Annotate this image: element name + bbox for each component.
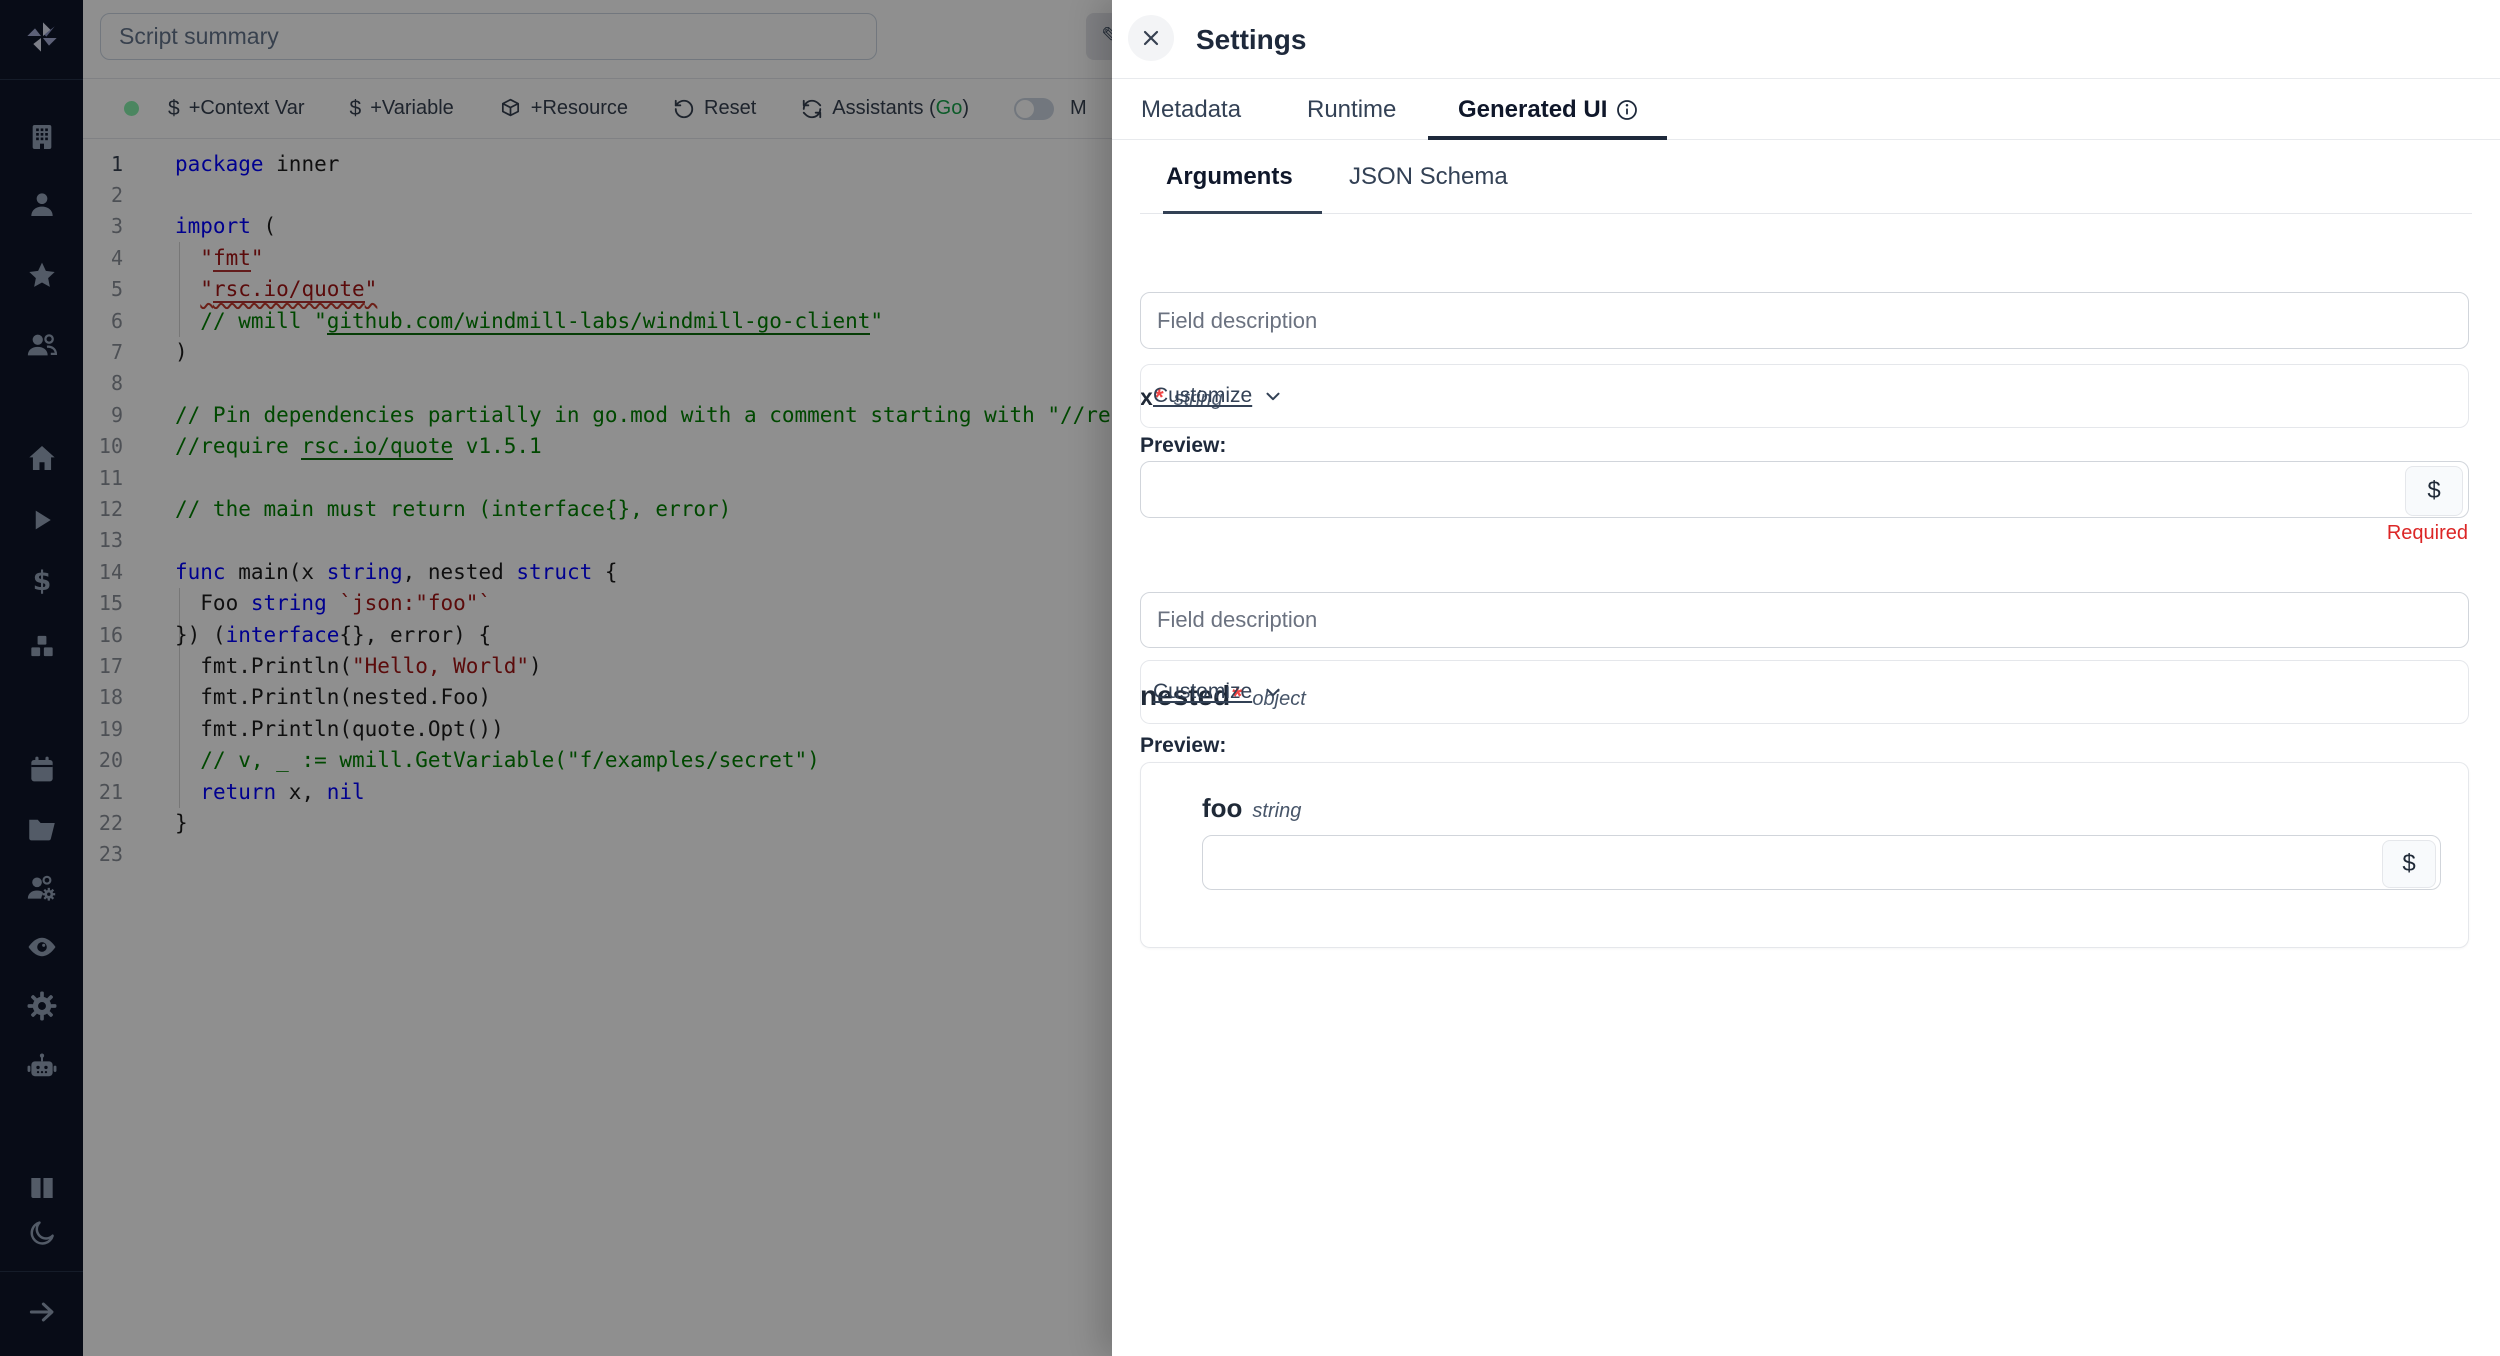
field-name: foo: [1202, 793, 1242, 824]
modal-backdrop[interactable]: [0, 0, 1112, 1356]
subtab-json-schema[interactable]: JSON Schema: [1349, 140, 1508, 214]
child-field-foo-label: foo string: [1202, 793, 1301, 824]
subtab-divider: [1140, 213, 2472, 214]
field-x-description-input[interactable]: [1140, 292, 2469, 349]
field-nested-customize-box: Customize: [1140, 660, 2469, 724]
field-nested-preview-box: foo string $: [1140, 762, 2469, 948]
field-x-required-hint: Required: [2387, 522, 2468, 545]
field-x-customize-link[interactable]: Customize: [1153, 384, 1284, 408]
field-nested-description-input[interactable]: [1140, 592, 2469, 648]
field-nested-preview-label: Preview:: [1140, 734, 1226, 758]
chevron-down-icon: [1262, 385, 1284, 407]
subtab-arguments[interactable]: Arguments: [1166, 140, 1293, 214]
tab-generated-ui-label: Generated UI: [1458, 96, 1607, 124]
close-settings-button[interactable]: [1128, 15, 1174, 61]
active-subtab-underline: [1163, 211, 1322, 214]
child-field-foo-input[interactable]: $: [1202, 835, 2441, 890]
child-field-variable-picker-button[interactable]: $: [2382, 840, 2436, 888]
field-x-customize-box: Customize: [1140, 364, 2469, 428]
dollar-icon: $: [2427, 477, 2440, 505]
field-x-preview-input[interactable]: $: [1140, 461, 2469, 518]
chevron-down-icon: [1262, 681, 1284, 703]
tab-metadata[interactable]: Metadata: [1141, 79, 1241, 140]
close-icon: [1139, 26, 1163, 50]
field-nested-customize-link[interactable]: Customize: [1153, 680, 1284, 704]
dollar-icon: $: [2402, 850, 2415, 878]
customize-label: Customize: [1153, 680, 1252, 704]
field-x-variable-picker-button[interactable]: $: [2405, 466, 2463, 516]
generated-ui-content: Arguments JSON Schema x* string Customiz…: [1112, 140, 2500, 1356]
settings-header: Settings: [1112, 0, 2500, 79]
tab-generated-ui[interactable]: Generated UI: [1458, 79, 1639, 140]
customize-label: Customize: [1153, 384, 1252, 408]
tab-runtime[interactable]: Runtime: [1307, 79, 1396, 140]
field-x-preview-label: Preview:: [1140, 434, 1226, 458]
info-icon: [1615, 98, 1639, 122]
settings-drawer: Settings Metadata Runtime Generated UI A…: [1112, 0, 2500, 1356]
settings-title: Settings: [1196, 0, 1306, 79]
field-type: string: [1252, 800, 1301, 823]
settings-tabs: Metadata Runtime Generated UI: [1112, 79, 2500, 140]
